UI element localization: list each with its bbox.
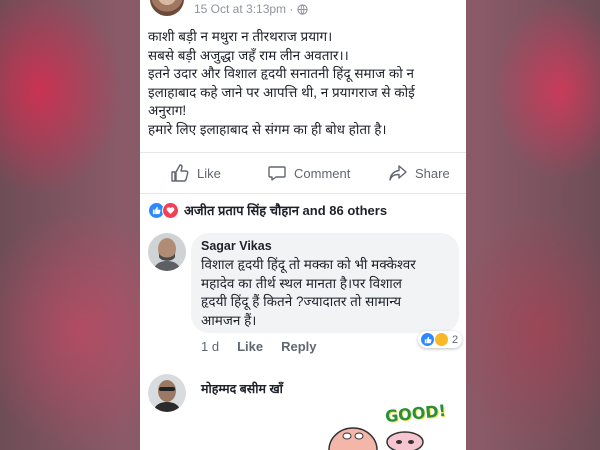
post-line: काशी बड़ी न मथुरा न तीरथराज प्रयाग।: [148, 29, 333, 44]
post-timestamp[interactable]: 15 Oct at 3:13pm ·: [194, 2, 293, 16]
post-line: इलाहाबाद कहे जाने पर आपत्ति थी, न प्रयाग…: [148, 84, 415, 100]
post-text: काशी बड़ी न मथुरा न तीरथराज प्रयाग। सबसे…: [148, 28, 458, 139]
commenter-name[interactable]: मोहम्मद बसीम खाँ: [201, 380, 283, 397]
globe-icon: [297, 3, 309, 15]
comment-line: आमजन हैं।: [201, 312, 257, 328]
post-action-bar: Like Comment Share: [140, 152, 466, 194]
like-label: Like: [197, 165, 221, 181]
share-label: Share: [415, 165, 450, 181]
post-line: इतने उदार और विशाल हृदयी सनातनी हिंदू सम…: [148, 66, 414, 81]
comment-item: Sagar Vikas विशाल हृदयी हिंदू तो मक्का क…: [148, 233, 466, 363]
commenter-name[interactable]: Sagar Vikas: [201, 239, 449, 253]
comment-reactions[interactable]: 2: [418, 331, 463, 348]
reactions-summary-text: अजीत प्रताप सिंह चौहान and 86 others: [184, 203, 388, 218]
comment-text: विशाल हृदयी हिंदू तो मक्का को भी मक्केश्…: [201, 256, 449, 330]
like-reaction-icon: [420, 332, 435, 347]
comment-bubble: Sagar Vikas विशाल हृदयी हिंदू तो मक्का क…: [191, 233, 459, 333]
share-button[interactable]: Share: [388, 163, 450, 183]
thumbs-up-icon: [171, 164, 189, 182]
reactions-summary[interactable]: अजीत प्रताप सिंह चौहान and 86 others: [148, 201, 387, 219]
comment-reply-button[interactable]: Reply: [281, 339, 316, 354]
comment-like-button[interactable]: Like: [237, 339, 263, 354]
post-author-avatar[interactable]: [150, 0, 184, 16]
comment-label: Comment: [294, 165, 351, 181]
share-icon: [389, 165, 407, 181]
post-line: अनुराग!: [148, 103, 187, 118]
post-meta: 15 Oct at 3:13pm ·: [194, 2, 309, 16]
comment-line: हृदयी हिंदू हैं कितने ?ज्यादातर तो सामान…: [201, 294, 402, 309]
like-button[interactable]: Like: [170, 163, 221, 183]
comment-button[interactable]: Comment: [267, 163, 350, 183]
comment-icon: [268, 166, 286, 181]
post-line: हमारे लिए इलाहाबाद से संगम का ही बोध होत…: [148, 121, 387, 137]
comment-line: महादेव का तीर्थ स्थल मानता है।पर विशाल: [201, 275, 402, 291]
good-sticker[interactable]: GOOD!: [325, 398, 447, 450]
love-reaction-icon: [162, 201, 179, 219]
post-header: 15 Oct at 3:13pm ·: [140, 0, 466, 22]
comment-reaction-count: 2: [452, 333, 459, 346]
comment-time: 1 d: [201, 339, 220, 354]
haha-reaction-icon: [434, 332, 449, 347]
comment-meta: 1 d Like Reply: [201, 339, 317, 354]
post-line: सबसे बड़ी अजुद्धा जहँ राम लीन अवतार।।: [148, 47, 349, 63]
commenter-avatar[interactable]: [148, 233, 186, 271]
commenter-avatar[interactable]: [148, 374, 186, 412]
facebook-post-screen: 15 Oct at 3:13pm · काशी बड़ी न मथुरा न त…: [140, 0, 466, 450]
comment-line: विशाल हृदयी हिंदू तो मक्का को भी मक्केश्…: [201, 257, 416, 272]
